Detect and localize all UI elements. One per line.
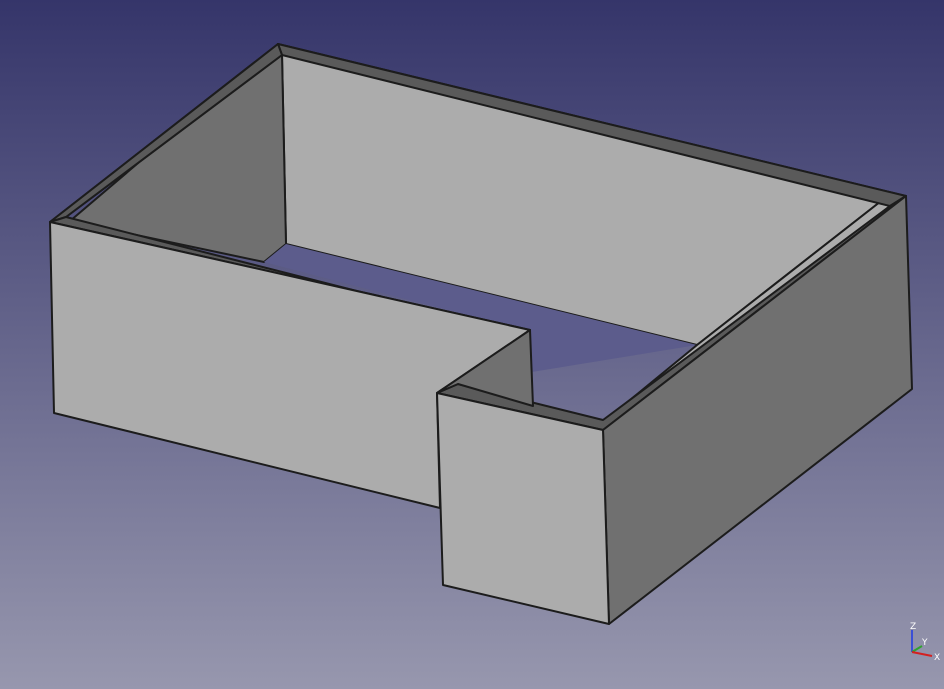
- front-column-face[interactable]: [436, 392, 610, 625]
- y-axis-line: [911, 645, 923, 653]
- 3d-viewport[interactable]: Z Y X: [0, 0, 944, 689]
- z-axis-label: Z: [910, 622, 916, 632]
- x-axis-line: [911, 651, 933, 657]
- x-axis-label: X: [934, 653, 940, 663]
- y-axis-label: Y: [921, 638, 928, 648]
- axis-cross-indicator: Z Y X: [910, 622, 940, 663]
- 3d-scene[interactable]: [0, 0, 944, 689]
